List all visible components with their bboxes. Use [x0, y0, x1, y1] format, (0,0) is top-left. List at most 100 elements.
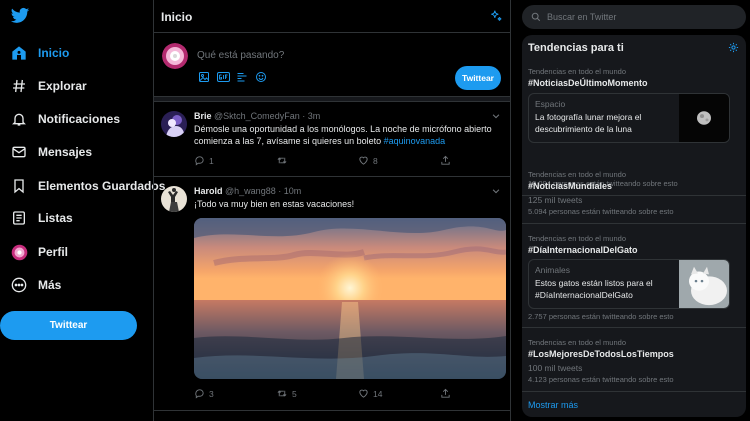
nav-label: Mensajes — [38, 145, 93, 159]
tweet-text: ¡Todo va muy bien en estas vacaciones! — [194, 199, 355, 209]
nav-item-messages[interactable]: Mensajes — [10, 140, 92, 164]
gear-icon[interactable] — [728, 42, 739, 53]
gif-icon[interactable] — [216, 70, 230, 84]
avatar[interactable] — [162, 43, 188, 69]
page-title: Inicio — [161, 10, 193, 24]
card-text: Estos gatos están listos para el #DíaInt… — [535, 278, 653, 300]
tweet[interactable]: Harold @h_wang88 · 10m ¡Todo va muy bien… — [154, 177, 510, 411]
left-navigation: Inicio Explorar Notificaciones Mensajes … — [0, 0, 165, 421]
nav-label: Perfil — [38, 245, 69, 259]
trend-context: Tendencias en todo el mundo — [528, 170, 626, 179]
nav-item-explore[interactable]: Explorar — [10, 74, 87, 98]
more-icon — [10, 276, 28, 294]
twitter-logo-icon[interactable] — [9, 6, 31, 26]
retweet-count: 5 — [292, 388, 297, 399]
moon-thumbnail — [679, 94, 729, 142]
tweet-handle[interactable]: @Sktch_ComedyFan — [214, 111, 300, 121]
hashtag-link[interactable]: #aquinovanada — [384, 136, 446, 146]
tweet-author-name[interactable]: Brie — [194, 111, 212, 121]
like-count: 14 — [373, 388, 383, 399]
trend-item[interactable]: Tendencias en todo el mundo #DíaInternac… — [522, 234, 746, 328]
retweet-button[interactable] — [276, 155, 358, 166]
trend-tweeting-count: 2.757 personas están twitteando sobre es… — [528, 312, 674, 321]
share-button[interactable] — [440, 155, 522, 166]
tweet-handle[interactable]: @h_wang88 — [225, 186, 276, 196]
nav-item-home[interactable]: Inicio — [10, 41, 69, 65]
trend-tweeting-count: 5.094 personas están twitteando sobre es… — [528, 207, 674, 216]
trend-hashtag[interactable]: #LosMejoresDeTodosLosTiempos — [528, 349, 674, 359]
trend-hashtag[interactable]: #NoticiasDeÚltimoMomento — [528, 78, 648, 88]
tweet-photo-sunset[interactable] — [194, 218, 506, 379]
nav-item-bookmarks[interactable]: Elementos Guardados — [10, 174, 165, 198]
heart-icon — [359, 389, 368, 398]
home-icon — [10, 44, 28, 62]
like-count: 8 — [373, 155, 378, 166]
retweet-button[interactable]: 5 — [276, 388, 358, 399]
heart-icon — [359, 156, 368, 165]
avatar[interactable] — [161, 111, 187, 137]
share-icon — [441, 388, 450, 398]
tweet[interactable]: Brie @Sktch_ComedyFan · 3m Démosle una o… — [154, 102, 510, 177]
nav-label: Elementos Guardados — [38, 179, 166, 193]
nav-item-notifications[interactable]: Notificaciones — [10, 107, 120, 131]
nav-item-lists[interactable]: Listas — [10, 206, 73, 230]
tweet-time[interactable]: 3m — [308, 111, 321, 121]
bell-icon — [10, 110, 28, 128]
tweet-composer: Qué está pasando? Twittear — [154, 33, 510, 96]
trend-news-card[interactable]: Espacio La fotografía lunar mejora el de… — [528, 93, 730, 143]
show-more-link[interactable]: Mostrar más — [528, 400, 578, 410]
trend-context: Tendencias en todo el mundo — [528, 234, 626, 243]
composer-toolbar — [197, 70, 268, 84]
like-button[interactable]: 14 — [358, 388, 440, 399]
chevron-down-icon[interactable] — [491, 186, 501, 196]
tweet-time[interactable]: 10m — [284, 186, 302, 196]
reply-button[interactable]: 3 — [194, 388, 276, 399]
search-input[interactable]: Buscar en Twitter — [522, 5, 746, 29]
nav-item-more[interactable]: Más — [10, 273, 61, 297]
cats-thumbnail — [679, 260, 729, 308]
tweet-actions: 1 8 — [194, 155, 522, 166]
composer-input[interactable]: Qué está pasando? — [197, 50, 284, 61]
tweet-text: Démosle una oportunidad a los monólogos.… — [194, 123, 499, 147]
trend-item[interactable]: Tendencias en todo el mundo #LosMejoresD… — [522, 338, 746, 392]
tweet-button[interactable]: Twittear — [0, 311, 137, 340]
tweet-author-name[interactable]: Harold — [194, 186, 223, 196]
trends-title: Tendencias para ti — [528, 42, 624, 54]
tweet-dot: · — [278, 186, 282, 196]
nav-label: Notificaciones — [38, 112, 121, 126]
trend-hashtag[interactable]: #DíaInternacionalDelGato — [528, 245, 638, 255]
trend-item[interactable]: Tendencias en todo el mundo #NoticiasMun… — [522, 170, 746, 224]
nav-label: Explorar — [38, 79, 87, 93]
tweet-dot: · — [302, 111, 306, 121]
like-button[interactable]: 8 — [358, 155, 440, 166]
reply-count: 1 — [209, 155, 214, 166]
sparkle-icon[interactable] — [489, 9, 503, 23]
share-icon — [441, 155, 450, 165]
reply-button[interactable]: 1 — [194, 155, 276, 166]
nav-label: Listas — [38, 211, 73, 225]
trends-panel: Tendencias para ti Tendencias en todo el… — [522, 35, 746, 417]
chevron-down-icon[interactable] — [491, 111, 501, 121]
hashtag-icon — [10, 77, 28, 95]
nav-item-profile[interactable]: Perfil — [10, 240, 68, 264]
image-icon[interactable] — [197, 70, 211, 84]
trend-news-card[interactable]: Animales Estos gatos están listos para e… — [528, 259, 730, 309]
nav-label: Inicio — [38, 46, 70, 60]
composer-tweet-button[interactable]: Twittear — [455, 66, 501, 90]
card-text: La fotografía lunar mejora el descubrimi… — [535, 112, 642, 134]
avatar[interactable] — [161, 186, 187, 212]
share-button[interactable] — [440, 388, 522, 399]
trend-tweeting-count: 4.123 personas están twitteando sobre es… — [528, 375, 674, 384]
right-sidebar: Buscar en Twitter Tendencias para ti Ten… — [511, 0, 750, 421]
retweet-icon — [277, 390, 287, 397]
reply-icon — [195, 389, 204, 399]
trend-tweet-count: 125 mil tweets — [528, 195, 583, 205]
tweet-body: Démosle una oportunidad a los monólogos.… — [194, 124, 492, 146]
trend-hashtag[interactable]: #NoticiasMundiales — [528, 181, 612, 191]
timeline-header: Inicio — [154, 0, 510, 33]
list-icon — [10, 209, 28, 227]
emoji-icon[interactable] — [254, 70, 268, 84]
poll-icon[interactable] — [235, 70, 249, 84]
search-icon — [531, 12, 541, 22]
bookmark-icon — [10, 177, 28, 195]
